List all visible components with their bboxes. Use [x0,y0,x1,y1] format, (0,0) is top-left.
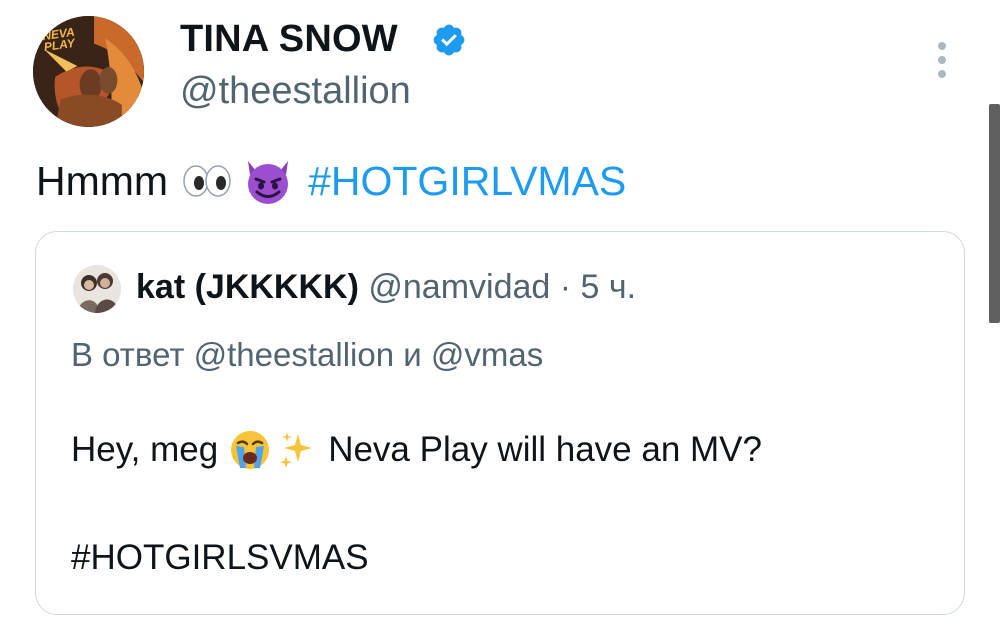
quoted-tweet-text: Hey, meg Neva Play will have an MV? [71,428,762,472]
quoted-hashtag[interactable]: #HOTGIRLSVMAS [71,538,369,578]
quoted-handle[interactable]: @namvidad [368,268,550,306]
tweet-hashtag-link[interactable]: #HOTGIRLVMAS [308,158,626,205]
quoted-timestamp[interactable]: 5 ч. [581,268,637,306]
author-display-name[interactable]: TINA SNOW [180,18,398,61]
scrollbar-thumb[interactable] [989,104,1000,323]
quoted-text-after: Neva Play will have an MV? [328,430,762,469]
quoted-separator: · [559,268,572,306]
verified-badge-icon [433,24,465,56]
reply-mention-2[interactable]: @vmas [431,336,543,373]
reply-mention-1[interactable]: @theestallion [194,336,394,373]
reply-conjunction: и [403,336,422,373]
more-vertical-icon[interactable] [930,40,954,80]
quoted-avatar-image [73,265,121,313]
quoted-text-before: Hey, meg [71,430,219,469]
quoted-author-avatar[interactable] [73,265,121,313]
author-handle[interactable]: @theestallion [180,70,411,113]
quoted-display-name[interactable]: kat (JKKKKK) [136,268,359,306]
reply-prefix: В ответ [71,336,185,373]
quoted-tweet-header: kat (JKKKKK) @namvidad · 5 ч. [136,268,636,307]
tweet-text: Hmmm #HOTGIRLVMAS [36,157,626,205]
quoted-tweet-card[interactable]: kat (JKKKKK) @namvidad · 5 ч. В ответ @t… [35,231,965,615]
loudly-crying-face-emoji [231,431,270,469]
eyes-emoji [183,165,231,197]
author-avatar[interactable]: NEVA PLAY [33,16,144,127]
smiling-imp-emoji [248,161,289,204]
sparkles-emoji [280,432,313,468]
tweet-text-body: Hmmm [36,157,169,204]
reply-context: В ответ @theestallion и @vmas [71,336,543,374]
